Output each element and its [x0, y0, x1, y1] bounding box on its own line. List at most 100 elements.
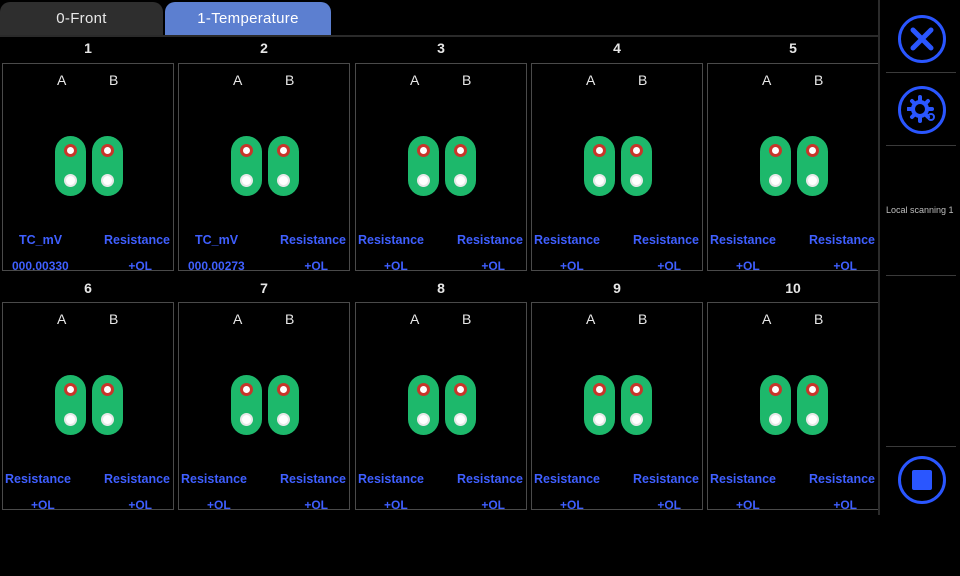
pin-label-b: B — [285, 72, 295, 88]
terminal-hole — [806, 174, 819, 187]
measure-value-a: +OL — [560, 259, 584, 273]
terminal-hole — [806, 144, 819, 157]
connector-pin-b[interactable] — [92, 136, 123, 196]
channel-cell[interactable]: A B Resistance Resistance +OL +OL — [707, 63, 879, 273]
measure-type-a: TC_mV — [195, 233, 239, 247]
connector-pin-b[interactable] — [621, 375, 652, 435]
channel-number: 6 — [84, 280, 92, 296]
connector-pin-a[interactable] — [55, 375, 86, 435]
connector-pin-b[interactable] — [445, 136, 476, 196]
channel-cell[interactable]: A B Resistance Resistance +OL +OL — [707, 302, 879, 512]
channel-cell[interactable]: A B TC_mV Resistance 000.00273 +OL — [178, 63, 350, 273]
terminal-hole — [277, 413, 290, 426]
terminal-hole — [593, 144, 606, 157]
pin-label-a: A — [57, 72, 67, 88]
terminal-hole — [454, 413, 467, 426]
measure-value-b: +OL — [657, 498, 681, 512]
connector-pin-a[interactable] — [584, 375, 615, 435]
pin-label-b: B — [638, 72, 648, 88]
connector-pin-a[interactable] — [55, 136, 86, 196]
connector-pin-a[interactable] — [584, 136, 615, 196]
channel-cell[interactable]: A B Resistance Resistance +OL +OL — [355, 302, 527, 512]
pin-label-b: B — [462, 72, 472, 88]
measure-type-a: Resistance — [358, 472, 425, 486]
terminal-hole — [277, 144, 290, 157]
terminal-hole — [64, 144, 77, 157]
measure-value-b: +OL — [481, 259, 505, 273]
measure-type-b: Resistance — [279, 233, 346, 247]
terminal-hole — [101, 174, 114, 187]
channel-number: 2 — [260, 40, 268, 56]
stop-button[interactable] — [898, 456, 946, 504]
terminal-hole — [240, 174, 253, 187]
measure-value-b: +OL — [128, 259, 152, 273]
measure-type-a: TC_mV — [19, 233, 63, 247]
pin-label-a: A — [762, 311, 772, 327]
measure-value-a: +OL — [736, 498, 760, 512]
pin-label-a: A — [410, 72, 420, 88]
channel-cell[interactable]: A B TC_mV Resistance 000.00330 +OL — [2, 63, 174, 273]
connector-pin-b[interactable] — [797, 136, 828, 196]
measure-value-b: +OL — [833, 259, 857, 273]
terminal-hole — [240, 144, 253, 157]
terminal-hole — [769, 144, 782, 157]
terminal-hole — [64, 174, 77, 187]
stop-icon — [912, 470, 932, 490]
channel-cell[interactable]: A B Resistance Resistance +OL +OL — [178, 302, 350, 512]
pin-label-b: B — [109, 311, 119, 327]
close-button[interactable] — [898, 15, 946, 63]
connector-pin-b[interactable] — [92, 375, 123, 435]
terminal-hole — [454, 174, 467, 187]
measure-type-a: Resistance — [710, 472, 777, 486]
channel-cell[interactable]: A B Resistance Resistance +OL +OL — [355, 63, 527, 273]
terminal-hole — [240, 383, 253, 396]
connector-pin-b[interactable] — [268, 136, 299, 196]
terminal-hole — [769, 174, 782, 187]
channel-number: 7 — [260, 280, 268, 296]
pin-label-b: B — [814, 311, 824, 327]
separator — [886, 72, 956, 73]
connector-pin-a[interactable] — [760, 136, 791, 196]
terminal-hole — [277, 174, 290, 187]
tab-temperature[interactable]: 1-Temperature — [165, 2, 331, 35]
terminal-hole — [240, 413, 253, 426]
channel-number: 9 — [613, 280, 621, 296]
connector-pin-b[interactable] — [621, 136, 652, 196]
terminal-hole — [101, 383, 114, 396]
pin-label-a: A — [586, 311, 596, 327]
connector-pin-a[interactable] — [231, 136, 262, 196]
measure-value-b: +OL — [833, 498, 857, 512]
connector-pin-a[interactable] — [231, 375, 262, 435]
channel-cell[interactable]: A B Resistance Resistance +OL +OL — [2, 302, 174, 512]
measure-type-a: Resistance — [5, 472, 72, 486]
connector-pin-a[interactable] — [408, 136, 439, 196]
channel-cell[interactable]: A B Resistance Resistance +OL +OL — [531, 302, 703, 512]
terminal-hole — [417, 413, 430, 426]
pin-label-a: A — [762, 72, 772, 88]
connector-pin-b[interactable] — [268, 375, 299, 435]
measure-value-a: +OL — [384, 259, 408, 273]
measure-type-b: Resistance — [808, 472, 875, 486]
measure-type-b: Resistance — [632, 472, 699, 486]
measure-type-b: Resistance — [632, 233, 699, 247]
separator — [886, 145, 956, 146]
settings-button[interactable] — [898, 86, 946, 134]
pin-label-a: A — [410, 311, 420, 327]
separator — [886, 446, 956, 447]
terminal-hole — [417, 144, 430, 157]
pin-label-b: B — [109, 72, 119, 88]
connector-pin-a[interactable] — [408, 375, 439, 435]
connector-pin-b[interactable] — [445, 375, 476, 435]
channel-cell[interactable]: A B Resistance Resistance +OL +OL — [531, 63, 703, 273]
connector-pin-a[interactable] — [760, 375, 791, 435]
measure-type-b: Resistance — [808, 233, 875, 247]
tab-front[interactable]: 0-Front — [0, 2, 163, 35]
measure-type-a: Resistance — [534, 233, 601, 247]
terminal-hole — [593, 413, 606, 426]
measure-value-b: +OL — [657, 259, 681, 273]
measure-value-b: +OL — [304, 498, 328, 512]
measure-type-b: Resistance — [279, 472, 346, 486]
measure-type-b: Resistance — [103, 233, 170, 247]
terminal-hole — [630, 383, 643, 396]
connector-pin-b[interactable] — [797, 375, 828, 435]
